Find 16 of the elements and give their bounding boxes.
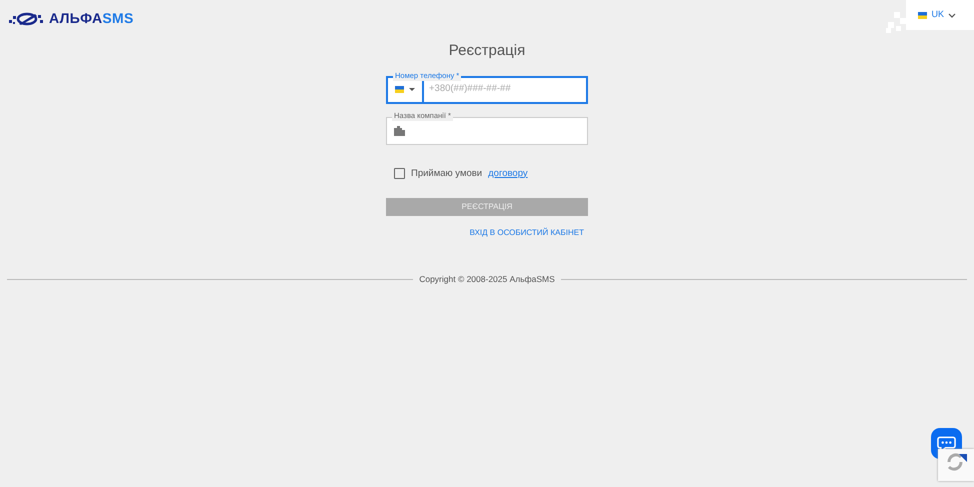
building-icon [394, 125, 405, 136]
ukraine-flag-icon [918, 12, 928, 18]
page-title: Реєстрація [448, 41, 526, 61]
ukraine-flag-icon [395, 86, 404, 93]
caret-icon [409, 88, 415, 92]
agree-label: Приймаю умови [411, 166, 482, 180]
login-link[interactable]: ВХІД В ОСОБИСТИЙ КАБІНЕТ [386, 226, 584, 239]
logo-text[interactable]: АЛЬФАSMS [49, 8, 134, 29]
phone-input[interactable]: +380(##)###-##-## [424, 82, 586, 97]
copyright-text: Copyright © 2008-2025 АльфаSMS [419, 272, 555, 286]
chevron-down-icon [948, 12, 956, 18]
agree-checkbox[interactable] [394, 168, 405, 180]
logo-icon [9, 12, 45, 26]
contract-link[interactable]: договору [488, 166, 528, 181]
recaptcha-badge [938, 449, 974, 481]
language-selector[interactable]: UK [906, 0, 974, 30]
